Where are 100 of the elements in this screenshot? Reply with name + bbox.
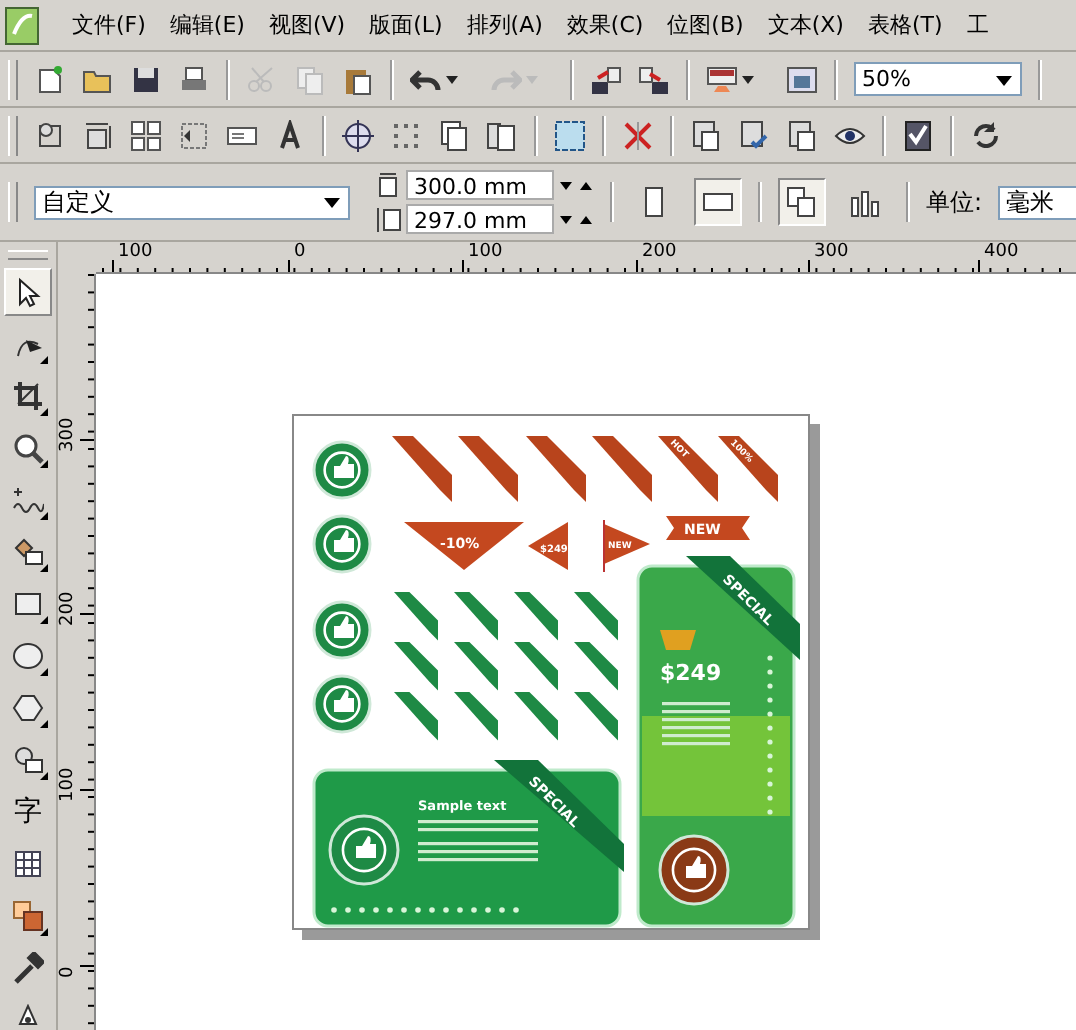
selection-grid-icon[interactable] xyxy=(554,119,586,151)
menu-item[interactable]: 文件(F) xyxy=(60,10,158,40)
clipboard-check-icon[interactable] xyxy=(738,119,770,151)
ruler-label: 400 xyxy=(984,242,1019,262)
page-size-dropdown[interactable]: 自定义 xyxy=(34,185,350,219)
thumbs-up-badge xyxy=(312,674,372,734)
crop-icon[interactable] xyxy=(12,380,44,412)
dot-grid-icon[interactable] xyxy=(390,119,422,151)
menu-item[interactable]: 工 xyxy=(954,10,1001,40)
current-page-icon[interactable] xyxy=(850,186,882,218)
menu-item[interactable]: 文本(X) xyxy=(755,10,856,40)
page-stack-icon[interactable] xyxy=(486,119,518,151)
corner-ribbon xyxy=(394,642,438,691)
table-icon[interactable] xyxy=(12,848,44,880)
corner-ribbon xyxy=(392,436,452,502)
book-icon[interactable] xyxy=(902,119,934,151)
shopping-bag-icon xyxy=(660,630,696,650)
menu-item[interactable]: 位图(B) xyxy=(655,10,756,40)
ruler-label: 200 xyxy=(58,594,78,626)
menu-item[interactable]: 表格(T) xyxy=(855,10,955,40)
corner-ribbon xyxy=(574,592,618,641)
corner-ribbon xyxy=(458,436,518,502)
ruler-label: 100 xyxy=(468,242,503,262)
corner-ribbon xyxy=(658,436,718,502)
export-icon[interactable] xyxy=(638,63,670,95)
all-pages-button[interactable] xyxy=(778,178,826,226)
menu-item[interactable]: 版面(L) xyxy=(357,10,455,40)
discount-banner xyxy=(404,522,524,570)
text-frame-icon[interactable] xyxy=(274,119,306,151)
corner-ribbon xyxy=(592,436,652,502)
menu-item[interactable]: 排列(A) xyxy=(454,10,555,40)
menu-item[interactable]: 编辑(E) xyxy=(157,10,257,40)
corner-ribbon xyxy=(574,642,618,691)
grid-layout-icon[interactable] xyxy=(130,119,162,151)
width-field[interactable]: 300.0 mm xyxy=(406,170,554,200)
smart-fill-icon[interactable] xyxy=(12,536,44,568)
flag-tag xyxy=(604,524,650,564)
save-icon[interactable] xyxy=(130,63,162,95)
thumbs-up-badge xyxy=(312,600,372,660)
landscape-page-button[interactable] xyxy=(694,178,742,226)
height-field[interactable]: 297.0 mm xyxy=(406,204,554,234)
ellipse-icon[interactable] xyxy=(12,640,44,672)
crosshair-icon[interactable] xyxy=(342,119,374,151)
ribbon-sash xyxy=(686,556,800,660)
text-tool[interactable]: 字 xyxy=(4,788,52,836)
new-document-icon[interactable] xyxy=(34,63,66,95)
all-pages-icon[interactable] xyxy=(786,186,818,218)
corner-ribbon xyxy=(574,692,618,741)
price-label: $249 xyxy=(660,660,722,686)
ruler-label: 200 xyxy=(642,242,677,262)
cross-icon[interactable] xyxy=(622,119,654,151)
rectangle-icon[interactable] xyxy=(12,588,44,620)
dotted-grid-icon[interactable] xyxy=(178,119,210,151)
shapes-icon[interactable] xyxy=(12,744,44,776)
pages-icon[interactable] xyxy=(438,119,470,151)
ruler-label: 0 xyxy=(294,242,306,262)
height-icon xyxy=(374,205,402,233)
thumbs-up-badge xyxy=(312,514,372,574)
corner-ribbon xyxy=(514,592,558,641)
zoom-dropdown[interactable]: 50% xyxy=(854,62,1022,96)
width-icon xyxy=(374,171,402,199)
thumbs-up-badge xyxy=(658,834,730,906)
import-icon[interactable] xyxy=(590,63,622,95)
polygon-icon[interactable] xyxy=(12,692,44,724)
thumbs-up-badge xyxy=(312,440,372,500)
corner-ribbon xyxy=(514,642,558,691)
ruler-label: 300 xyxy=(58,420,78,452)
units-label: 单位: xyxy=(926,185,983,219)
fill-swatch-icon[interactable] xyxy=(12,900,44,932)
freehand-line-icon[interactable] xyxy=(12,484,44,516)
text-lines xyxy=(662,702,730,746)
thumbs-up-badge xyxy=(328,814,400,886)
image-frame-icon[interactable] xyxy=(786,63,818,95)
pointer-tool[interactable] xyxy=(4,268,52,316)
monitor-icon[interactable] xyxy=(706,63,738,95)
ruler-label: 100 xyxy=(58,770,78,802)
app-logo-icon[interactable] xyxy=(4,5,40,45)
arrow-tag xyxy=(528,522,568,570)
corner-ribbon xyxy=(526,436,586,502)
corner-ribbon xyxy=(394,592,438,641)
refresh-icon[interactable] xyxy=(970,119,1002,151)
units-dropdown[interactable]: 毫米 xyxy=(998,185,1076,219)
clipboard-text-icon[interactable] xyxy=(786,119,818,151)
ruler-label: 300 xyxy=(814,242,849,262)
ribbon-banner xyxy=(666,516,750,540)
clipboard-text-icon[interactable] xyxy=(690,119,722,151)
ruler-label: 0 xyxy=(58,964,78,978)
printer-icon[interactable] xyxy=(178,63,210,95)
ruler-label: 100 xyxy=(118,242,153,262)
node-frame-icon[interactable] xyxy=(34,119,66,151)
zoom-icon[interactable] xyxy=(12,432,44,464)
corner-ribbon xyxy=(454,642,498,691)
corner-ribbon xyxy=(514,692,558,741)
corner-ribbon xyxy=(718,436,778,502)
dimension-frame-icon[interactable] xyxy=(82,119,114,151)
corner-ribbon xyxy=(454,692,498,741)
menu-item[interactable]: 效果(C) xyxy=(554,10,656,40)
corner-ribbon xyxy=(394,692,438,741)
menu-item[interactable]: 视图(V) xyxy=(256,10,358,40)
corner-ribbon xyxy=(454,592,498,641)
